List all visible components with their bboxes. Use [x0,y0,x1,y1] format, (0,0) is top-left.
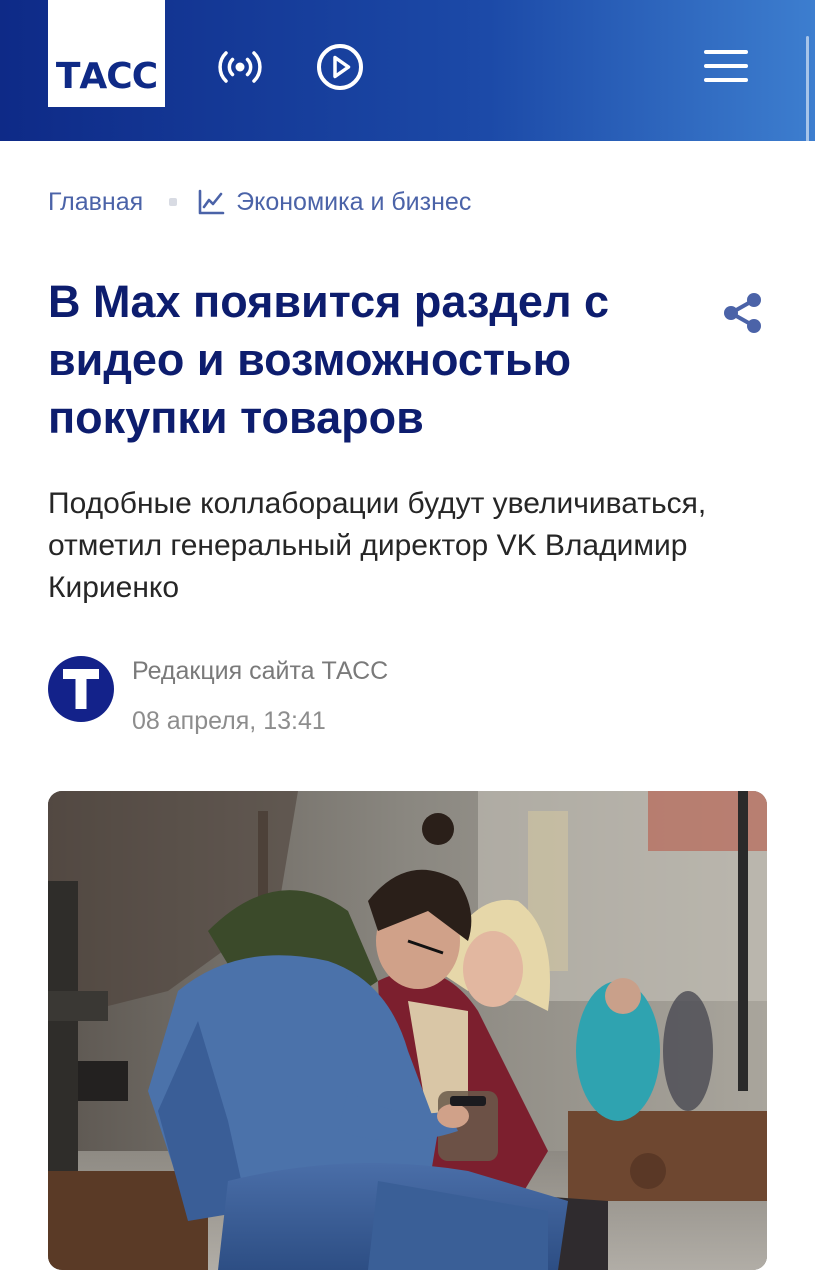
breadcrumb: Главная Экономика и бизнес [48,186,471,218]
photo-illustration [48,791,767,1270]
avatar-letter-icon [63,669,99,709]
breadcrumb-home[interactable]: Главная [48,188,143,217]
publish-date: 08 апреля, 13:41 [132,707,326,735]
article-lead: Подобные коллаборации будут увеличиватьс… [48,487,707,604]
tass-logo[interactable]: ТАСС [48,0,165,107]
site-header: ТАСС [0,0,815,176]
menu-icon[interactable] [703,46,749,86]
author-name[interactable]: Редакция сайта ТАСС [132,657,388,686]
logo-text: ТАСС [55,56,158,97]
article-photo[interactable] [48,791,767,1270]
author-avatar[interactable] [48,656,114,722]
chart-line-icon [198,189,225,215]
breadcrumb-separator [169,198,178,206]
play-icon[interactable] [315,42,365,92]
radio-broadcast-icon[interactable] [215,42,265,92]
page: ТАСС Главная Экономика и бизнес В Max по… [0,0,815,1280]
article-title: В Max появится раздел с видео и возможно… [48,276,610,443]
scrollbar[interactable] [806,36,809,176]
breadcrumb-section[interactable]: Экономика и бизнес [236,188,471,217]
share-icon[interactable] [720,290,766,336]
